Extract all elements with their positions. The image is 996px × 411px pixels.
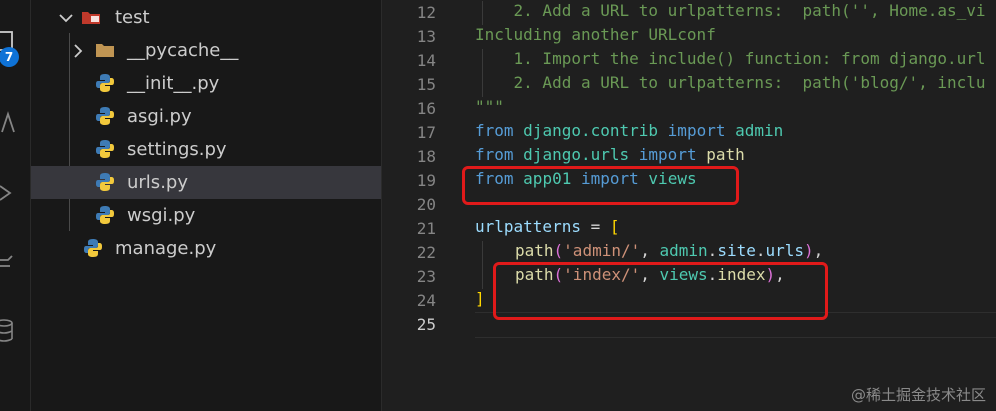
tree-file-manage[interactable]: manage.py xyxy=(31,232,381,265)
python-icon xyxy=(84,239,102,257)
python-icon xyxy=(96,173,114,191)
line-number: 13 xyxy=(416,27,436,46)
python-icon xyxy=(96,107,114,125)
code-line: urlpatterns = [ xyxy=(475,217,620,241)
import-name: admin xyxy=(735,121,784,140)
identifier: admin xyxy=(659,241,708,260)
punctuation: . xyxy=(707,241,718,260)
tree-folder-pycache[interactable]: __pycache__ xyxy=(31,34,381,67)
notification-badge: 7 xyxy=(0,47,19,67)
line-number: 18 xyxy=(416,147,436,166)
tree-label: manage.py xyxy=(115,238,217,259)
string: 'admin/' xyxy=(563,241,641,260)
line-number: 16 xyxy=(416,99,436,118)
bracket: ] xyxy=(475,289,485,308)
paren: ) xyxy=(804,241,814,260)
line-number: 15 xyxy=(416,75,436,94)
line-number: 24 xyxy=(416,291,436,310)
code-line: 1. Import the include() function: from d… xyxy=(475,49,986,68)
code-line: 2. Add a URL to urlpatterns: path('blog/… xyxy=(475,73,986,92)
tree-label: __init__.py xyxy=(127,73,220,94)
folder-icon xyxy=(96,44,114,57)
python-icon xyxy=(96,74,114,92)
search-icon[interactable] xyxy=(0,110,16,136)
tree-file-wsgi[interactable]: wsgi.py xyxy=(31,199,381,232)
code-line: ] xyxy=(475,289,485,313)
module-name: django.contrib xyxy=(523,121,659,140)
identifier: site xyxy=(717,241,756,260)
line-number: 17 xyxy=(416,123,436,142)
import-name: path xyxy=(706,145,745,164)
tree-file-asgi[interactable]: asgi.py xyxy=(31,100,381,133)
watermark: @稀土掘金技术社区 xyxy=(850,386,986,404)
keyword: from xyxy=(475,121,514,140)
python-icon xyxy=(96,206,114,224)
tree-label: wsgi.py xyxy=(127,205,196,226)
tree-file-init[interactable]: __init__.py xyxy=(31,67,381,100)
source-control-icon[interactable] xyxy=(0,180,16,206)
chevron-right-icon xyxy=(74,44,83,58)
tree-folder-test[interactable]: test xyxy=(31,1,381,34)
module-name: django.urls xyxy=(523,145,630,164)
code-line: from django.contrib import admin xyxy=(475,121,783,145)
code-line: """ xyxy=(475,97,504,116)
tree-label: test xyxy=(115,7,150,28)
explorer-sidebar: test __pycache__ __init__.py asgi.py set… xyxy=(31,0,382,411)
paren: ( xyxy=(553,241,564,260)
run-debug-icon[interactable] xyxy=(0,250,16,276)
punctuation: , xyxy=(640,241,660,260)
function-call: path xyxy=(515,241,554,260)
tree-label: asgi.py xyxy=(127,106,192,127)
active-line-number: 25 xyxy=(416,315,436,334)
indent-guide xyxy=(482,241,483,289)
line-number: 21 xyxy=(416,219,436,238)
keyword: import xyxy=(638,145,697,164)
line-number: 19 xyxy=(416,171,436,190)
variable: urlpatterns xyxy=(475,217,581,236)
bracket: [ xyxy=(609,217,620,236)
activity-bar: 7 xyxy=(0,0,31,411)
code-editor[interactable]: 12 13 14 15 16 17 18 19 20 21 22 23 24 2… xyxy=(382,0,996,411)
folder-open-icon xyxy=(82,12,100,24)
line-number: 20 xyxy=(416,195,436,214)
tree-label: settings.py xyxy=(127,139,227,160)
line-number: 14 xyxy=(416,51,436,70)
line-number: 12 xyxy=(416,3,436,22)
punctuation: , xyxy=(813,241,824,260)
tree-file-settings[interactable]: settings.py xyxy=(31,133,381,166)
tree-file-urls[interactable]: urls.py xyxy=(31,166,381,199)
tree-label: urls.py xyxy=(127,172,188,193)
operator: = xyxy=(580,217,610,236)
tree-label: __pycache__ xyxy=(127,40,239,61)
import-highlight-box xyxy=(462,166,739,205)
chevron-down-icon xyxy=(59,14,73,23)
path-highlight-box xyxy=(493,262,828,320)
code-line: 2. Add a URL to urlpatterns: path('', Ho… xyxy=(475,1,986,20)
keyword: import xyxy=(667,121,726,140)
database-icon[interactable] xyxy=(0,318,16,344)
keyword: from xyxy=(475,145,514,164)
identifier: urls xyxy=(765,241,805,260)
python-icon xyxy=(96,140,114,158)
code-line: Including another URLconf xyxy=(475,25,716,44)
line-number: 22 xyxy=(416,243,436,262)
line-number: 23 xyxy=(416,267,436,286)
